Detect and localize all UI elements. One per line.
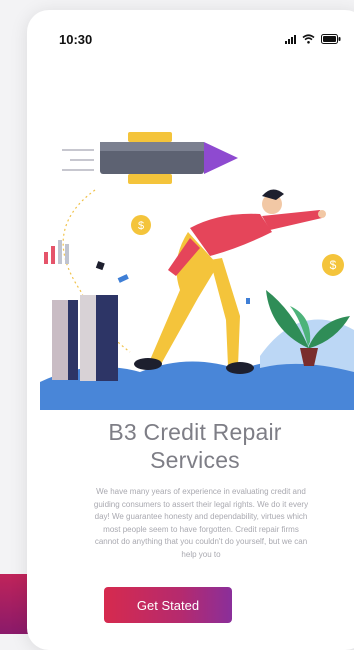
battery-icon [321,34,341,44]
bar-chart-icon [44,240,69,264]
buildings-icon [52,295,118,381]
signal-icon [285,34,296,44]
onboarding-illustration: $ $ [40,132,354,410]
coin-icon: $ [322,254,344,276]
pencil-rocket-icon [62,132,238,184]
phone-screen: 10:30 $ $ B3 Credit Repair Services We h… [27,10,354,650]
svg-text:$: $ [138,220,144,232]
wifi-icon [302,34,315,44]
status-bar: 10:30 [27,32,354,52]
svg-text:$: $ [330,258,337,272]
status-icons [285,34,341,44]
coin-icon: $ [131,215,151,235]
background-accent [0,574,30,634]
onboarding-description: We have many years of experience in eval… [93,487,309,559]
status-time: 10:30 [59,32,93,47]
get-started-button[interactable]: Get Stated [104,587,232,623]
onboarding-title: B3 Credit Repair Services [108,419,282,473]
